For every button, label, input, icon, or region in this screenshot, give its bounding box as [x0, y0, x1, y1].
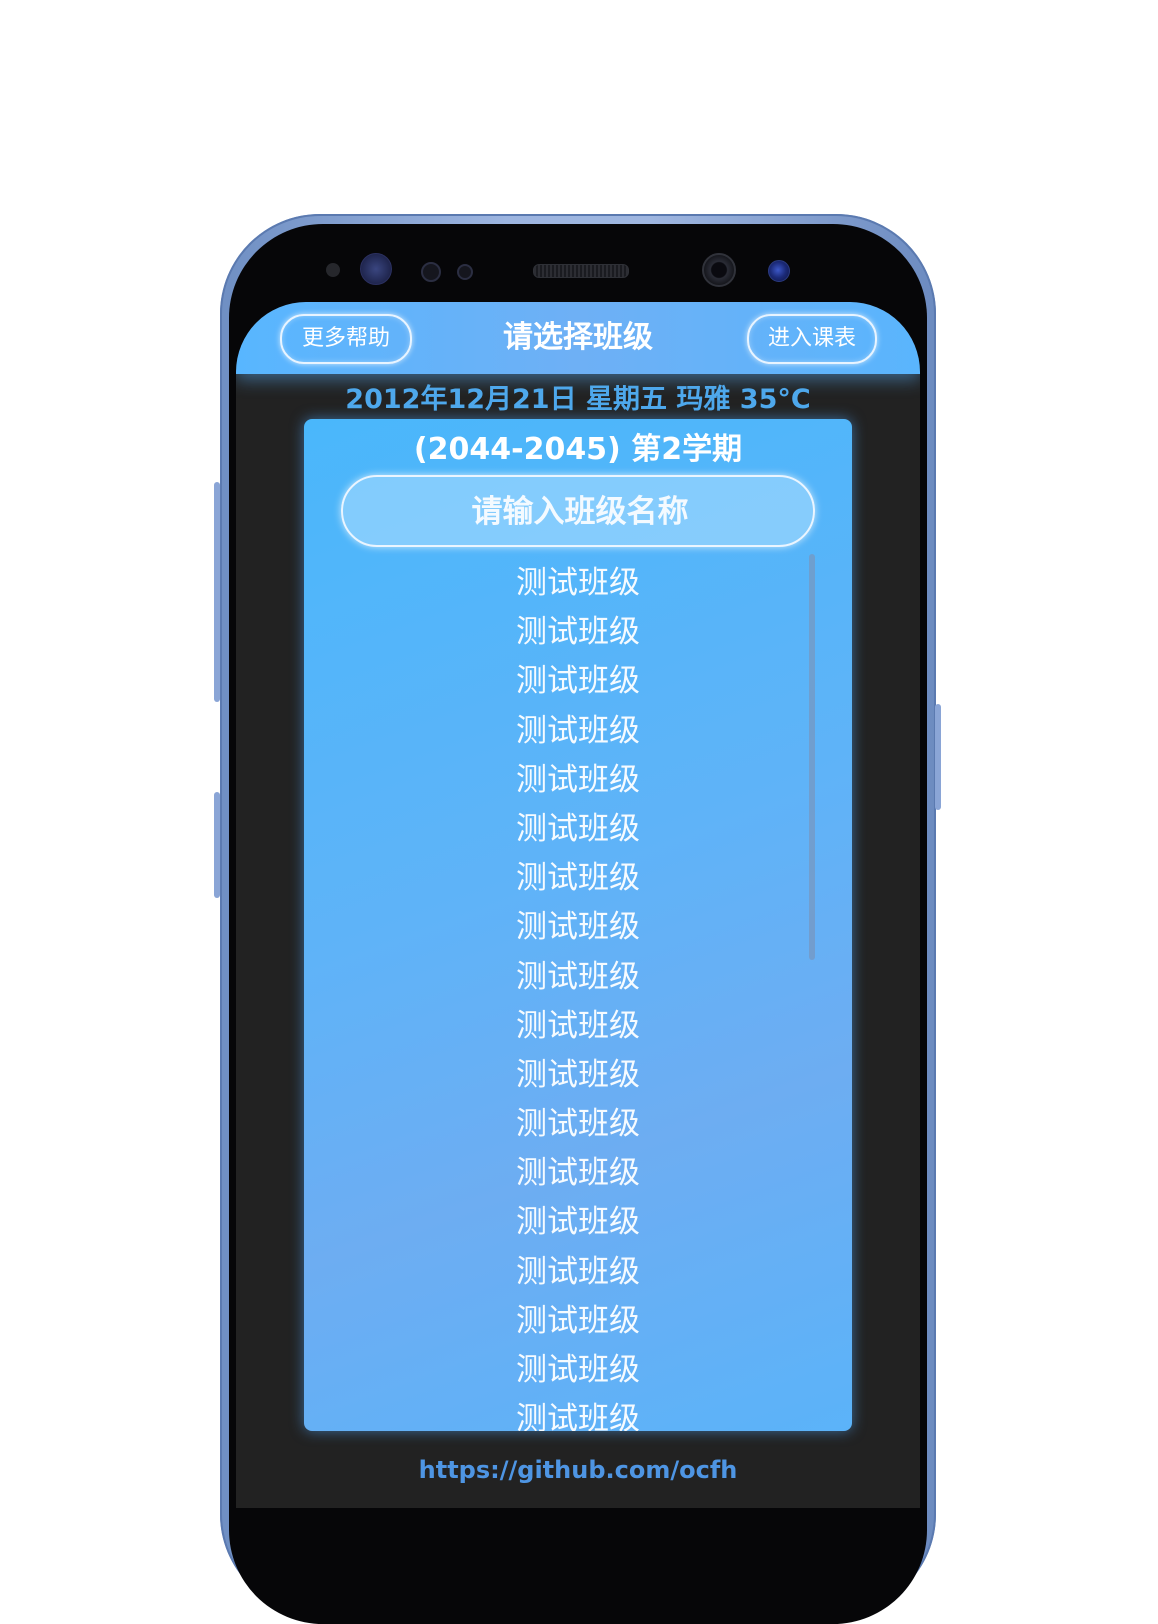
page-title: 请选择班级: [503, 320, 653, 355]
list-scrollbar[interactable]: [809, 554, 815, 960]
class-list-item[interactable]: 测试班级: [304, 903, 852, 952]
date-weather-line: 2012年12月21日 星期五 玛雅 35°C: [345, 384, 811, 415]
bixby-button: [214, 792, 220, 898]
light-sensor-icon: [421, 262, 441, 282]
class-list-item[interactable]: 测试班级: [304, 756, 852, 805]
class-list-item[interactable]: 测试班级: [304, 1297, 852, 1346]
class-list-item[interactable]: 测试班级: [304, 1198, 852, 1247]
class-list-item[interactable]: 测试班级: [304, 953, 852, 1002]
term-label: (2044-2045) 第2学期: [413, 432, 743, 467]
top-bar: 更多帮助 请选择班级 进入课表: [236, 302, 920, 374]
app-screen: 更多帮助 请选择班级 进入课表 2012年12月21日 星期五 玛雅 35°C …: [236, 302, 920, 1508]
class-list-item[interactable]: 测试班级: [304, 1051, 852, 1100]
class-list-item[interactable]: 测试班级: [304, 1100, 852, 1149]
iris-scanner-icon: [360, 253, 392, 285]
ir-sensor-icon: [457, 264, 473, 280]
earpiece-speaker: [533, 264, 629, 278]
class-select-card: (2044-2045) 第2学期 测试班级测试班级测试班级测试班级测试班级测试班…: [304, 419, 852, 1431]
class-list-item[interactable]: 测试班级: [304, 1248, 852, 1297]
help-button[interactable]: 更多帮助: [280, 314, 412, 364]
class-search-input[interactable]: [343, 477, 817, 547]
power-button: [935, 704, 941, 810]
class-list-item[interactable]: 测试班级: [304, 1395, 852, 1431]
github-link[interactable]: https://github.com/ocfh: [236, 1452, 920, 1488]
class-list-item[interactable]: 测试班级: [304, 854, 852, 903]
iris-led-icon: [768, 260, 790, 282]
volume-up-button: [214, 482, 220, 702]
class-list-item[interactable]: 测试班级: [304, 707, 852, 756]
class-list-item[interactable]: 测试班级: [304, 559, 852, 608]
class-list-item[interactable]: 测试班级: [304, 1149, 852, 1198]
class-search-box: [341, 475, 817, 547]
class-list[interactable]: 测试班级 测试班级 测试班级 测试班级 测试班级 测试班级 测试班级 测试班级 测试班级 测试班级…: [304, 559, 852, 1431]
front-camera-icon: [702, 253, 736, 287]
proximity-sensor-icon: [326, 263, 340, 277]
class-list-item[interactable]: 测试班级: [304, 1002, 852, 1051]
class-list-item[interactable]: 测试班级: [304, 805, 852, 854]
class-list-item[interactable]: 测试班级: [304, 1346, 852, 1395]
enter-schedule-button[interactable]: 进入课表: [747, 314, 877, 364]
class-list-item[interactable]: 测试班级: [304, 608, 852, 657]
class-list-item[interactable]: 测试班级: [304, 657, 852, 706]
